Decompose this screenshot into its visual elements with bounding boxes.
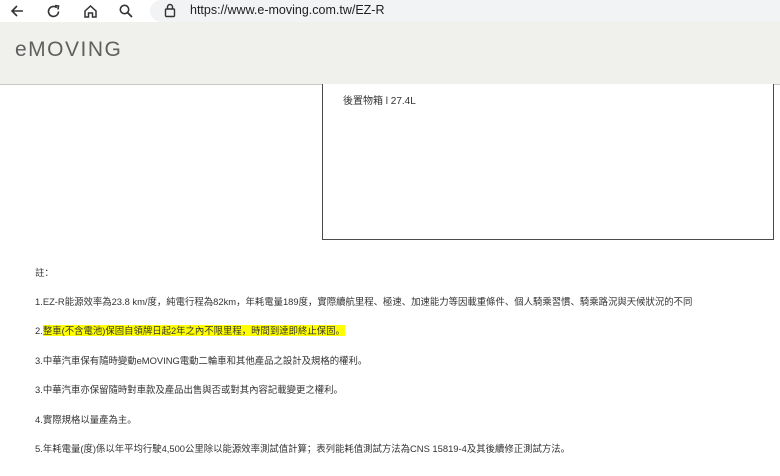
- notes-title: 註：: [35, 267, 54, 278]
- note-2: 2.整車(不含電池)保固自領牌日起2年之內不限里程，時間到達即終止保固。: [35, 324, 345, 338]
- search-icon[interactable]: [115, 1, 137, 21]
- back-icon[interactable]: [6, 1, 28, 21]
- reload-icon[interactable]: [42, 1, 64, 21]
- spec-panel: 後置物箱 l 27.4L: [322, 84, 774, 240]
- browser-toolbar: https://www.e-moving.com.tw/EZ-R: [0, 0, 780, 22]
- note-4: 3.中華汽車亦保留隨時對車款及產品出售與否或對其內容記載變更之權利。: [35, 384, 343, 395]
- home-icon[interactable]: [79, 1, 101, 21]
- note-5: 4.實際規格以量產為主。: [35, 414, 137, 425]
- url-text[interactable]: https://www.e-moving.com.tw/EZ-R: [190, 3, 385, 17]
- note-6: 5.年耗電量(度)係以年平均行駛4,500公里除以能源效率測試值計算；表列能耗值…: [35, 443, 570, 454]
- note-2-prefix: 2.: [35, 325, 43, 336]
- note-1: 1.EZ-R能源效率為23.8 km/度，純電行程為82km，年耗電量189度，…: [35, 296, 693, 307]
- storage-spec: 後置物箱 l 27.4L: [343, 96, 416, 107]
- warranty-highlight: 整車(不含電池)保固自領牌日起2年之內不限里程，時間到達即終止保固。: [42, 325, 345, 336]
- address-bar[interactable]: https://www.e-moving.com.tw/EZ-R: [150, 0, 780, 22]
- logo[interactable]: eMOVING: [15, 39, 122, 60]
- note-3: 3.中華汽車保有隨時變動eMOVING電動二輪車和其他產品之設計及規格的權利。: [35, 355, 368, 366]
- lock-icon[interactable]: [164, 3, 176, 22]
